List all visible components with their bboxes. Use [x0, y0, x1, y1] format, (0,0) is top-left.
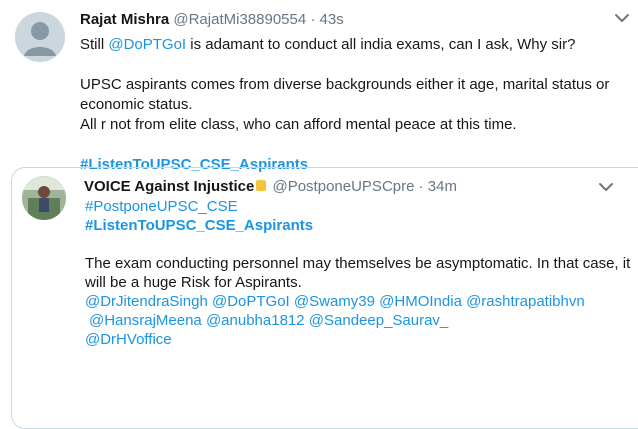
tweet-text: Still @DoPTGoI is adamant to conduct all… — [80, 35, 628, 175]
quoted-author-avatar[interactable] — [22, 176, 66, 220]
mention-link[interactable]: @HMOIndia — [379, 293, 462, 310]
mention-link[interactable]: @DoPTGoI — [108, 36, 186, 53]
tweet-header: Rajat Mishra @RajatMi38890554 · 43s — [80, 10, 344, 30]
quoted-tweet-timestamp[interactable]: 34m — [428, 178, 457, 195]
tweet-text-para3: All r not from elite class, who can affo… — [80, 116, 517, 133]
header-separator: · — [310, 11, 316, 28]
mention-link[interactable]: @anubha1812 — [206, 312, 305, 329]
default-avatar-icon — [15, 12, 65, 62]
author-name[interactable]: Rajat Mishra — [80, 11, 169, 28]
hashtag-link[interactable]: #ListenToUPSC_CSE_Aspirants — [85, 217, 313, 234]
quoted-tweet-body: The exam conducting personnel may themse… — [85, 255, 631, 291]
mention-link[interactable]: @DoPTGoI — [212, 293, 290, 310]
mention-link[interactable]: @DrHVoffice — [85, 331, 172, 348]
page-edge — [0, 340, 6, 400]
author-avatar[interactable] — [15, 12, 65, 62]
tweet: Rajat Mishra @RajatMi38890554 · 43s Stil… — [0, 0, 638, 429]
quoted-tweet-menu-button[interactable] — [596, 179, 616, 195]
tweet-text-line1: Still @DoPTGoI is adamant to conduct all… — [80, 35, 628, 55]
mention-link[interactable]: @HansrajMeena — [89, 312, 202, 329]
raised-fist-icon — [254, 179, 268, 193]
quoted-mentions-line2: @HansrajMeena @anubha1812 @Sandeep_Saura… — [85, 311, 633, 330]
hashtag-link[interactable]: #PostponeUPSC_CSE — [85, 198, 238, 215]
tweet-text-fragment: is adamant to conduct all india exams, c… — [186, 36, 576, 53]
chevron-down-icon — [615, 14, 629, 22]
quoted-author-handle[interactable]: @PostponeUPSCpre — [272, 178, 414, 195]
quoted-mentions-line1: @DrJitendraSingh @DoPTGoI @Swamy39 @HMOI… — [85, 292, 633, 311]
mention-link[interactable]: @DrJitendraSingh — [85, 293, 208, 310]
mention-link[interactable]: @rashtrapatibhvn — [466, 293, 585, 310]
tweet-timestamp[interactable]: 43s — [320, 11, 344, 28]
quoted-tweet-header: VOICE Against Injustice @PostponeUPSCpre… — [84, 177, 457, 197]
chevron-down-icon — [599, 183, 613, 191]
author-handle[interactable]: @RajatMi38890554 — [173, 11, 306, 28]
tweet-text-para2: UPSC aspirants comes from diverse backgr… — [80, 76, 610, 113]
mention-link[interactable]: @Sandeep_Saurav_ — [309, 312, 449, 329]
tweet-text-fragment: Still — [80, 36, 109, 53]
quoted-tweet-text: #PostponeUPSC_CSE #ListenToUPSC_CSE_Aspi… — [85, 197, 633, 349]
quoted-header-separator: · — [418, 178, 424, 195]
profile-photo-icon — [22, 176, 66, 220]
tweet-menu-button[interactable] — [612, 10, 632, 26]
mention-link[interactable]: @Swamy39 — [294, 293, 375, 310]
quoted-author-name[interactable]: VOICE Against Injustice — [84, 178, 254, 195]
quoted-tweet-card[interactable]: VOICE Against Injustice @PostponeUPSCpre… — [11, 167, 638, 429]
quoted-mentions-line3: @DrHVoffice — [85, 330, 633, 349]
